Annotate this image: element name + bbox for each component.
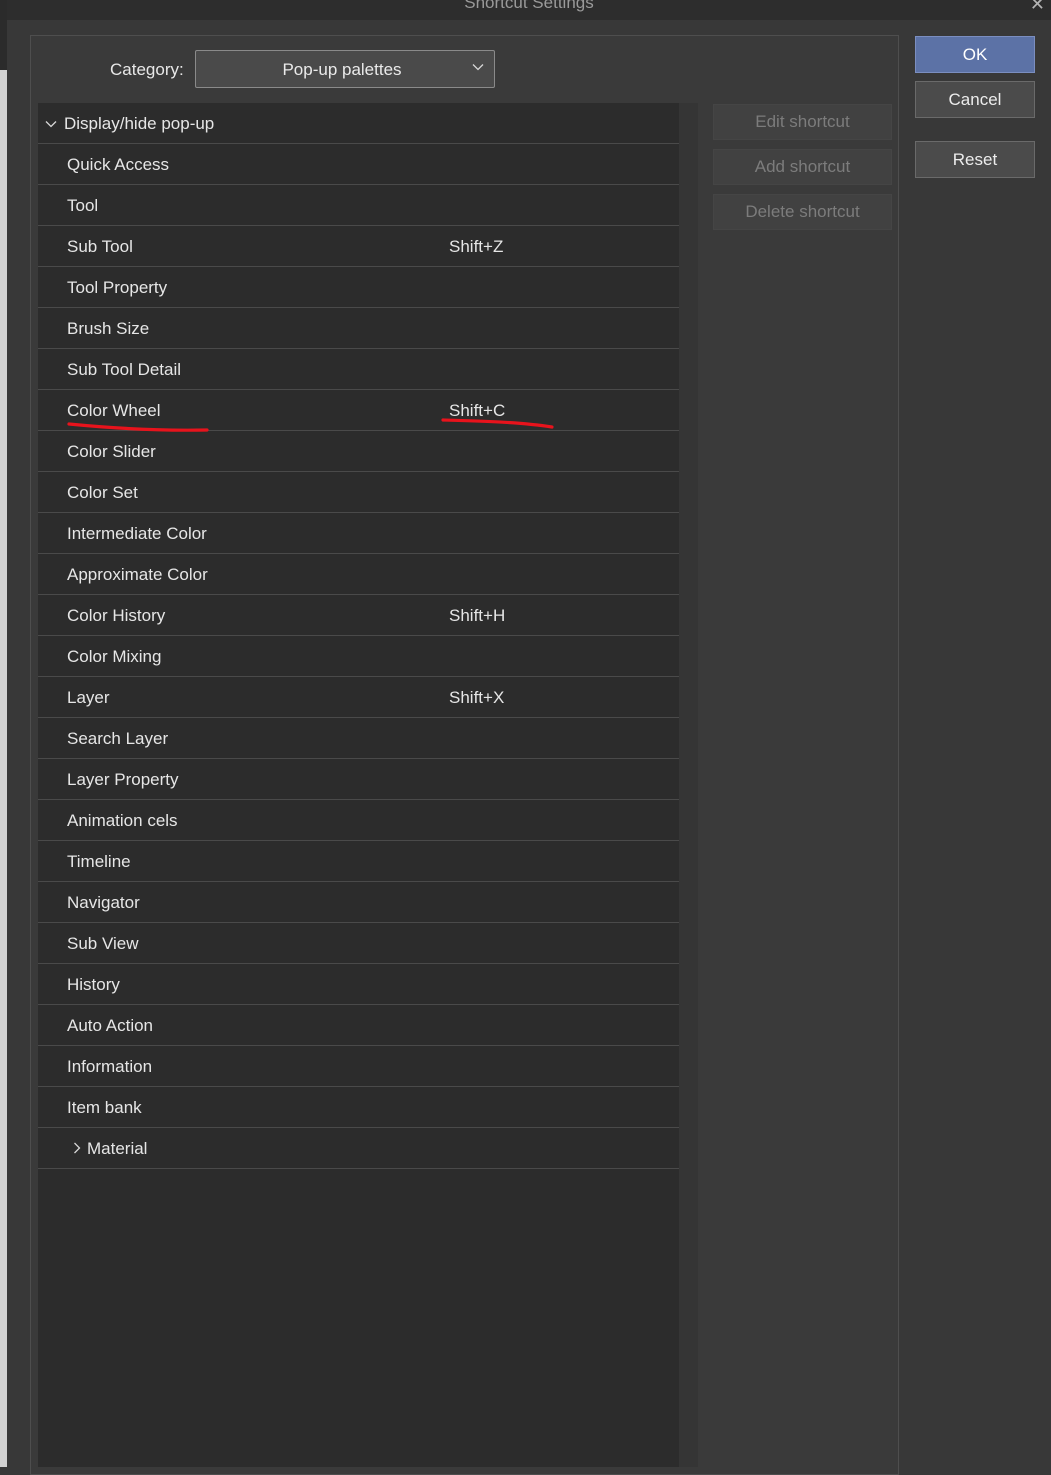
tree-row[interactable]: Intermediate Color	[38, 513, 679, 554]
edit-shortcut-button[interactable]: Edit shortcut	[713, 104, 892, 140]
tree-row[interactable]: Sub View	[38, 923, 679, 964]
chevron-right-icon[interactable]	[71, 1142, 83, 1154]
command-name: Item bank	[67, 1098, 142, 1117]
delete-shortcut-button[interactable]: Delete shortcut	[713, 194, 892, 230]
tree-row[interactable]: Quick Access	[38, 144, 679, 185]
command-name: Sub Tool Detail	[67, 360, 182, 379]
tree-row-label: Display/hide pop-up	[64, 114, 215, 133]
command-name: Color Slider	[67, 442, 156, 461]
tree-row-display-hide-popup[interactable]: Display/hide pop-up	[38, 103, 679, 144]
command-name: Color History	[67, 606, 166, 625]
shortcut-key: Shift+C	[449, 401, 506, 420]
add-shortcut-button[interactable]: Add shortcut	[713, 149, 892, 185]
shortcut-tree[interactable]: Display/hide pop-up Quick Access Tool Su…	[38, 103, 698, 1467]
tree-row[interactable]: Tool	[38, 185, 679, 226]
command-name: Sub Tool	[67, 237, 133, 256]
background-window-edge-dark	[0, 0, 7, 70]
dialog-title: Shortcut Settings	[464, 0, 594, 12]
command-name: Intermediate Color	[67, 524, 207, 543]
tree-row-label: Material	[87, 1139, 148, 1158]
title-bar: Shortcut Settings ✕	[7, 0, 1051, 20]
category-label: Category:	[110, 60, 184, 79]
shortcut-key: Shift+X	[449, 688, 505, 707]
command-name: Layer Property	[67, 770, 179, 789]
chevron-down-icon[interactable]	[45, 118, 57, 130]
tree-row[interactable]: Navigator	[38, 882, 679, 923]
command-name: Approximate Color	[67, 565, 208, 584]
tree-row[interactable]: Auto Action	[38, 1005, 679, 1046]
tree-row[interactable]: Search Layer	[38, 718, 679, 759]
tree-row[interactable]: Item bank	[38, 1087, 679, 1128]
command-name: Timeline	[67, 852, 131, 871]
command-name: Quick Access	[67, 155, 170, 174]
command-name: Sub View	[67, 934, 139, 953]
command-name: History	[67, 975, 120, 994]
tree-row-material[interactable]: Material	[38, 1128, 679, 1169]
command-name: Layer	[67, 688, 110, 707]
command-name: Color Set	[67, 483, 138, 502]
command-name: Navigator	[67, 893, 140, 912]
shortcut-key: Shift+Z	[449, 237, 504, 256]
tree-row[interactable]: Tool Property	[38, 267, 679, 308]
tree-row[interactable]: Color Set	[38, 472, 679, 513]
command-name: Color Wheel	[67, 401, 161, 420]
tree-row[interactable]: Color Slider	[38, 431, 679, 472]
tree-row[interactable]: Approximate Color	[38, 554, 679, 595]
command-name: Auto Action	[67, 1016, 154, 1035]
tree-row[interactable]: Sub Tool Shift+Z	[38, 226, 679, 267]
tree-row[interactable]: Layer Property	[38, 759, 679, 800]
chevron-down-icon	[472, 64, 484, 71]
tree-row-color-wheel[interactable]: Color Wheel Shift+C	[38, 390, 679, 431]
command-name: Information	[67, 1057, 153, 1076]
tree-row[interactable]: Layer Shift+X	[38, 677, 679, 718]
close-icon[interactable]: ✕	[1030, 0, 1045, 15]
tree-row[interactable]: Color History Shift+H	[38, 595, 679, 636]
tree-row[interactable]: History	[38, 964, 679, 1005]
command-name: Search Layer	[67, 729, 169, 748]
command-name: Color Mixing	[67, 647, 162, 666]
tree-row[interactable]: Sub Tool Detail	[38, 349, 679, 390]
tree-row[interactable]: Color Mixing	[38, 636, 679, 677]
tree-scrollbar-area[interactable]	[679, 103, 698, 1467]
reset-button[interactable]: Reset	[915, 141, 1035, 178]
shortcut-key: Shift+H	[449, 606, 506, 625]
command-name: Brush Size	[67, 319, 150, 338]
category-dropdown[interactable]: Pop-up palettes	[195, 50, 495, 88]
ok-button[interactable]: OK	[915, 36, 1035, 73]
command-name: Animation cels	[67, 811, 178, 830]
background-window-edge	[0, 0, 7, 1467]
tree-row[interactable]: Information	[38, 1046, 679, 1087]
category-dropdown-value: Pop-up palettes	[282, 60, 402, 79]
cancel-button[interactable]: Cancel	[915, 81, 1035, 118]
command-name: Tool Property	[67, 278, 168, 297]
tree-row[interactable]: Timeline	[38, 841, 679, 882]
command-name: Tool	[67, 196, 99, 215]
tree-row[interactable]: Brush Size	[38, 308, 679, 349]
tree-row[interactable]: Animation cels	[38, 800, 679, 841]
